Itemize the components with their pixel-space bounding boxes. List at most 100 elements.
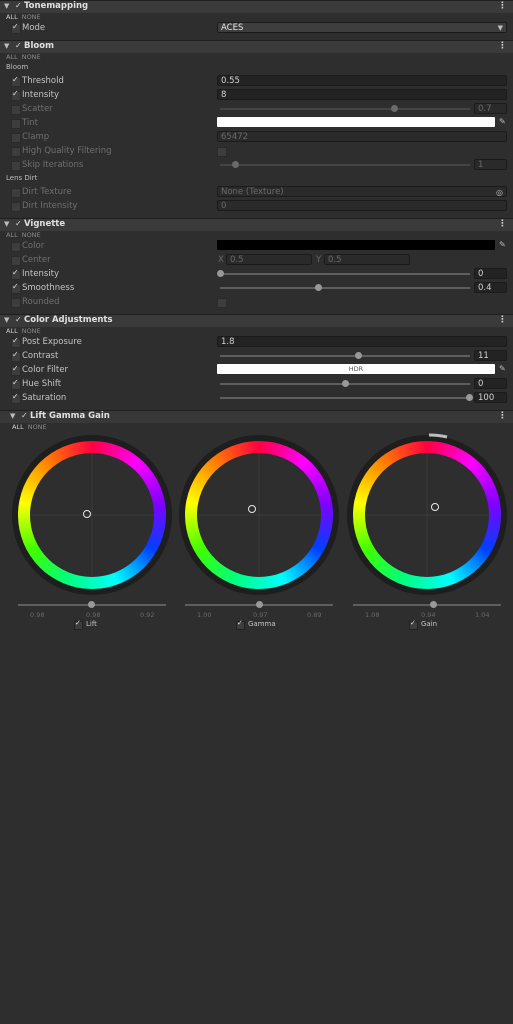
threshold-override-checkbox[interactable] [11, 75, 21, 87]
rounded-label: Rounded [22, 297, 60, 307]
saturation-override-checkbox[interactable] [11, 392, 21, 404]
none-button[interactable]: NONE [22, 231, 41, 239]
vignette-intensity-slider-knob[interactable] [217, 270, 224, 277]
vignette-header[interactable]: ▼ ✓ Vignette ⋮ [0, 218, 513, 231]
foldout-triangle-icon[interactable]: ▼ [10, 412, 15, 420]
all-button[interactable]: ALL [12, 423, 24, 431]
hq-filtering-override-checkbox[interactable] [11, 147, 21, 157]
gain-override-checkbox[interactable] [409, 619, 418, 630]
color-filter-swatch[interactable]: HDR [217, 364, 495, 374]
gamma-override-checkbox[interactable] [236, 619, 245, 630]
target-icon[interactable]: ◎ [496, 187, 503, 198]
lift-override-checkbox[interactable] [74, 619, 83, 630]
hq-filtering-toggle[interactable] [217, 147, 227, 157]
bloom-intensity-field[interactable]: 8 [217, 89, 507, 100]
tint-override-checkbox[interactable] [11, 119, 21, 129]
scatter-slider-knob[interactable] [391, 105, 398, 112]
skip-iterations-slider-knob[interactable] [232, 161, 239, 168]
bloom-intensity-override-checkbox[interactable] [11, 89, 21, 101]
center-x-field[interactable]: 0.5 [226, 254, 312, 265]
scatter-override-checkbox[interactable] [11, 105, 21, 115]
lift-slider-knob[interactable] [88, 601, 95, 608]
smoothness-slider-track[interactable] [220, 287, 470, 289]
foldout-triangle-icon[interactable]: ▼ [4, 42, 9, 50]
vignette-intensity-slider-track[interactable] [220, 273, 470, 275]
all-button[interactable]: ALL [6, 13, 18, 21]
saturation-slider-knob[interactable] [466, 394, 473, 401]
center-override-checkbox[interactable] [11, 256, 21, 266]
lift-gamma-gain-enabled-checkbox[interactable]: ✓ [21, 411, 28, 420]
dirt-intensity-override-checkbox[interactable] [11, 202, 21, 212]
menu-vertical-dots-icon[interactable]: ⋮ [498, 1, 507, 11]
vignette-intensity-field[interactable]: 0 [474, 268, 507, 279]
eyedropper-icon[interactable]: ✎ [499, 364, 506, 373]
rounded-override-checkbox[interactable] [11, 298, 21, 308]
center-y-field[interactable]: 0.5 [324, 254, 410, 265]
threshold-field[interactable]: 0.55 [217, 75, 507, 86]
gamma-slider-knob[interactable] [256, 601, 263, 608]
vignette-color-override-checkbox[interactable] [11, 242, 21, 252]
color-filter-override-checkbox[interactable] [11, 364, 21, 376]
all-button[interactable]: ALL [6, 53, 18, 61]
rounded-toggle[interactable] [217, 298, 227, 308]
hue-shift-slider-knob[interactable] [342, 380, 349, 387]
menu-vertical-dots-icon[interactable]: ⋮ [498, 41, 507, 51]
color-adjustments-enabled-checkbox[interactable]: ✓ [15, 315, 22, 324]
none-button[interactable]: NONE [22, 13, 41, 21]
scatter-slider-track[interactable] [220, 108, 470, 110]
tonemapping-enabled-checkbox[interactable]: ✓ [15, 1, 22, 10]
skip-iterations-override-checkbox[interactable] [11, 161, 21, 171]
foldout-triangle-icon[interactable]: ▼ [4, 220, 9, 228]
contrast-override-checkbox[interactable] [11, 350, 21, 362]
none-button[interactable]: NONE [22, 53, 41, 61]
gamma-color-wheel[interactable] [176, 432, 342, 598]
color-adjustments-header[interactable]: ▼ ✓ Color Adjustments ⋮ [0, 314, 513, 327]
vignette-intensity-override-checkbox[interactable] [11, 268, 21, 280]
menu-vertical-dots-icon[interactable]: ⋮ [498, 411, 507, 421]
all-button[interactable]: ALL [6, 327, 18, 335]
hue-shift-field[interactable]: 0 [474, 378, 507, 389]
post-exposure-field[interactable]: 1.8 [217, 336, 507, 347]
clamp-override-checkbox[interactable] [11, 133, 21, 143]
tint-color-swatch[interactable] [217, 117, 495, 127]
skip-iterations-slider-track[interactable] [220, 164, 470, 166]
menu-vertical-dots-icon[interactable]: ⋮ [498, 315, 507, 325]
lift-gamma-gain-header[interactable]: ▼ ✓ Lift Gamma Gain ⋮ [0, 410, 513, 423]
gain-slider-knob[interactable] [430, 601, 437, 608]
vignette-color-swatch[interactable] [217, 240, 495, 250]
eyedropper-icon[interactable]: ✎ [499, 117, 506, 126]
post-exposure-override-checkbox[interactable] [11, 336, 21, 348]
bloom-header[interactable]: ▼ ✓ Bloom ⋮ [0, 40, 513, 53]
eyedropper-icon[interactable]: ✎ [499, 240, 506, 249]
foldout-triangle-icon[interactable]: ▼ [4, 2, 9, 10]
all-button[interactable]: ALL [6, 231, 18, 239]
menu-vertical-dots-icon[interactable]: ⋮ [498, 219, 507, 229]
dirt-texture-field[interactable]: None (Texture) ◎ [217, 186, 507, 197]
hue-shift-override-checkbox[interactable] [11, 378, 21, 390]
skip-iterations-field[interactable]: 1 [474, 159, 507, 170]
smoothness-slider-knob[interactable] [315, 284, 322, 291]
gain-slider-track[interactable] [353, 604, 501, 606]
saturation-slider-track[interactable] [220, 397, 470, 399]
contrast-slider-knob[interactable] [355, 352, 362, 359]
scatter-field[interactable]: 0.7 [474, 103, 507, 114]
clamp-field[interactable]: 65472 [217, 131, 507, 142]
mode-override-checkbox[interactable] [11, 22, 21, 34]
smoothness-override-checkbox[interactable] [11, 282, 21, 294]
contrast-field[interactable]: 11 [474, 350, 507, 361]
lift-color-wheel[interactable] [9, 432, 175, 598]
none-button[interactable]: NONE [22, 327, 41, 335]
gain-color-wheel[interactable] [344, 432, 510, 598]
contrast-slider-track[interactable] [220, 355, 470, 357]
saturation-field[interactable]: 100 [474, 392, 507, 403]
mode-dropdown[interactable]: ACES ▼ [217, 22, 507, 33]
smoothness-field[interactable]: 0.4 [474, 282, 507, 293]
tonemapping-header[interactable]: ▼ ✓ Tonemapping ⋮ [0, 0, 513, 13]
dirt-intensity-field[interactable]: 0 [217, 200, 507, 211]
vignette-enabled-checkbox[interactable]: ✓ [15, 219, 22, 228]
color-filter-label: Color Filter [22, 365, 68, 375]
bloom-enabled-checkbox[interactable]: ✓ [15, 41, 22, 50]
foldout-triangle-icon[interactable]: ▼ [4, 316, 9, 324]
dirt-texture-override-checkbox[interactable] [11, 188, 21, 198]
none-button[interactable]: NONE [28, 423, 47, 431]
